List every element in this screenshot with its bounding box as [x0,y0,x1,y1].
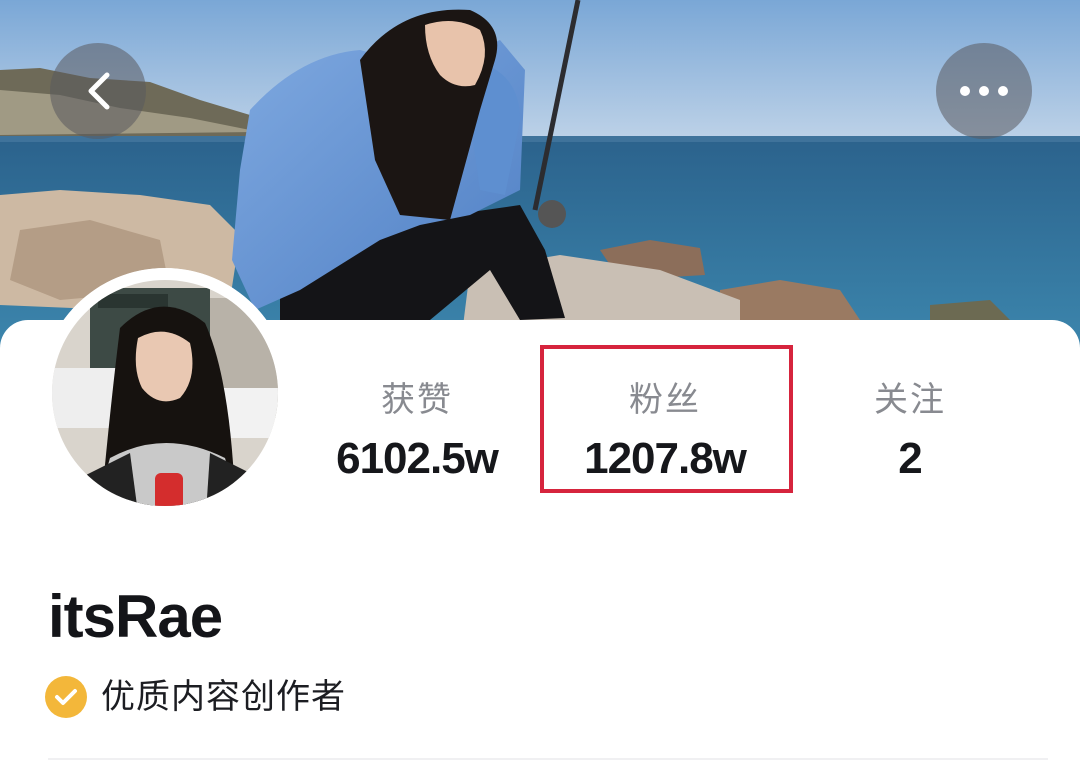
more-dot [998,86,1008,96]
check-circle-icon [45,676,87,718]
stat-following-value: 2 [898,434,922,483]
highlight-annotation-box [540,345,793,493]
more-options-button[interactable] [936,43,1032,139]
stat-following-label: 关注 [874,381,946,419]
divider [48,758,1048,760]
stat-following[interactable]: 关注 2 [840,378,980,488]
stat-likes-value: 6102.5w [336,434,499,483]
stat-likes[interactable]: 获赞 6102.5w [330,378,504,488]
creator-badge[interactable]: 优质内容创作者 [45,676,346,718]
back-button[interactable] [50,43,146,139]
username: itsRae [48,583,223,650]
chevron-left-icon [88,72,110,110]
profile-screen: 获赞 6102.5w 粉丝 1207.8w 关注 2 itsRae 优质内容创作… [0,0,1080,763]
stat-likes-label: 获赞 [381,381,453,419]
creator-badge-label: 优质内容创作者 [101,678,346,716]
more-horizontal-icon [960,86,970,96]
avatar[interactable] [40,268,290,518]
more-dot [979,86,989,96]
